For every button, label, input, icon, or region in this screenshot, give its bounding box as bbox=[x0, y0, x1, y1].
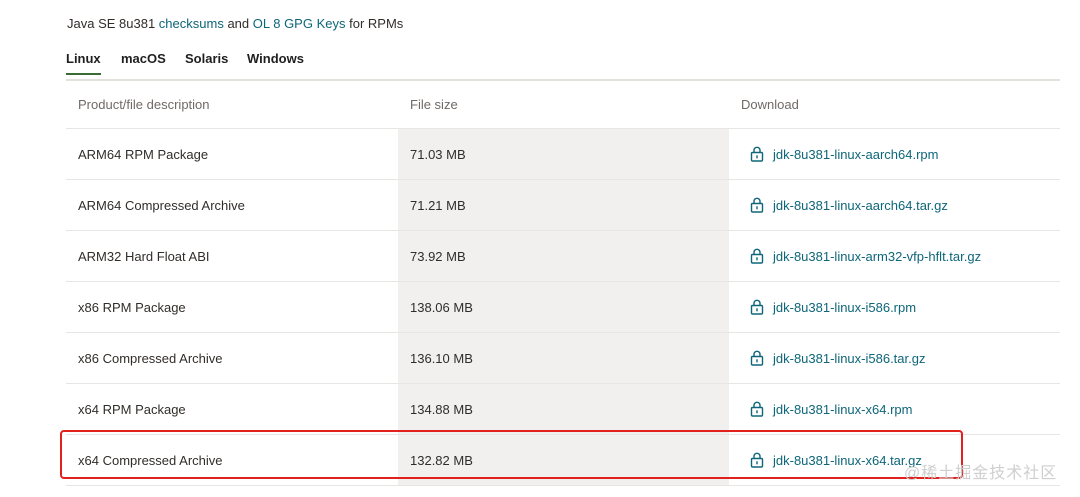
row-download: jdk-8u381-linux-i586.tar.gz bbox=[729, 333, 1060, 383]
table-row: x64 RPM Package 134.88 MB jdk-8u381-linux-… bbox=[66, 384, 1060, 435]
lock-icon bbox=[750, 248, 764, 264]
download-filename: jdk-8u381-linux-i586.tar.gz bbox=[773, 350, 926, 366]
download-link[interactable]: jdk-8u381-linux-aarch64.rpm bbox=[741, 146, 938, 162]
row-download: jdk-8u381-linux-arm32-vfp-hflt.tar.gz bbox=[729, 231, 1060, 281]
table-row: ARM64 Compressed Archive 71.21 MB jdk-8u38… bbox=[66, 180, 1060, 231]
row-download: jdk-8u381-linux-i586.rpm bbox=[729, 282, 1060, 332]
row-file-size: 134.88 MB bbox=[398, 384, 729, 434]
intro-prefix: Java SE 8u381 bbox=[67, 16, 159, 31]
download-link[interactable]: jdk-8u381-linux-x64.tar.gz bbox=[741, 452, 922, 468]
row-description: x86 RPM Package bbox=[78, 299, 186, 315]
tab-windows[interactable]: Windows bbox=[247, 51, 304, 66]
download-filename: jdk-8u381-linux-arm32-vfp-hflt.tar.gz bbox=[773, 248, 982, 264]
download-link[interactable]: jdk-8u381-linux-aarch64.tar.gz bbox=[741, 197, 948, 213]
lock-icon bbox=[750, 299, 764, 315]
download-filename: jdk-8u381-linux-i586.rpm bbox=[773, 299, 917, 315]
download-filename: jdk-8u381-linux-aarch64.tar.gz bbox=[773, 197, 948, 213]
download-link[interactable]: jdk-8u381-linux-i586.tar.gz bbox=[741, 350, 925, 366]
tab-linux[interactable]: Linux bbox=[66, 51, 101, 75]
row-file-size: 71.03 MB bbox=[398, 129, 729, 179]
row-description: ARM64 Compressed Archive bbox=[78, 197, 245, 213]
lock-icon bbox=[750, 401, 764, 417]
header-file-size: File size bbox=[410, 96, 458, 112]
header-description: Product/file description bbox=[78, 96, 210, 112]
lock-icon bbox=[750, 452, 764, 468]
tab-solaris[interactable]: Solaris bbox=[185, 51, 228, 66]
download-filename: jdk-8u381-linux-x64.rpm bbox=[773, 401, 913, 417]
lock-icon bbox=[750, 350, 764, 366]
download-filename: jdk-8u381-linux-aarch64.rpm bbox=[773, 146, 939, 162]
download-link[interactable]: jdk-8u381-linux-x64.rpm bbox=[741, 401, 912, 417]
table-header-row: Product/file description File size Downl… bbox=[66, 80, 1060, 129]
download-link[interactable]: jdk-8u381-linux-i586.rpm bbox=[741, 299, 916, 315]
row-file-size: 71.21 MB bbox=[398, 180, 729, 230]
row-description: x86 Compressed Archive bbox=[78, 350, 223, 366]
intro-text: Java SE 8u381 checksums and OL 8 GPG Key… bbox=[67, 16, 403, 31]
intro-suffix: for RPMs bbox=[345, 16, 404, 31]
lock-icon bbox=[750, 146, 764, 162]
watermark: @稀土掘金技术社区 bbox=[904, 465, 1058, 482]
row-download: jdk-8u381-linux-x64.rpm bbox=[729, 384, 1060, 434]
table-row: ARM64 RPM Package 71.03 MB jdk-8u381-linux… bbox=[66, 129, 1060, 180]
downloads-table: Product/file description File size Downl… bbox=[66, 80, 1060, 486]
checksums-link[interactable]: checksums bbox=[159, 16, 224, 31]
row-description: ARM64 RPM Package bbox=[78, 146, 209, 162]
download-link[interactable]: jdk-8u381-linux-arm32-vfp-hflt.tar.gz bbox=[741, 248, 981, 264]
row-description: x64 RPM Package bbox=[78, 401, 186, 417]
table-row: ARM32 Hard Float ABI 73.92 MB jdk-8u381-li… bbox=[66, 231, 1060, 282]
row-description: x64 Compressed Archive bbox=[78, 452, 223, 468]
table-row: x86 Compressed Archive 136.10 MB jdk-8u381… bbox=[66, 333, 1060, 384]
intro-middle: and bbox=[223, 16, 253, 31]
row-file-size: 132.82 MB bbox=[398, 435, 729, 485]
gpg-keys-link[interactable]: OL 8 GPG Keys bbox=[253, 16, 346, 31]
tab-macos[interactable]: macOS bbox=[121, 51, 166, 66]
row-file-size: 138.06 MB bbox=[398, 282, 729, 332]
row-file-size: 73.92 MB bbox=[398, 231, 729, 281]
row-download: jdk-8u381-linux-aarch64.rpm bbox=[729, 129, 1060, 179]
lock-icon bbox=[750, 197, 764, 213]
table-row: x86 RPM Package 138.06 MB jdk-8u381-linux-… bbox=[66, 282, 1060, 333]
download-filename: jdk-8u381-linux-x64.tar.gz bbox=[773, 452, 922, 468]
row-download: jdk-8u381-linux-aarch64.tar.gz bbox=[729, 180, 1060, 230]
row-file-size: 136.10 MB bbox=[398, 333, 729, 383]
header-download: Download bbox=[741, 96, 799, 112]
os-tabs: Linux macOS Solaris Windows bbox=[66, 50, 1060, 81]
row-description: ARM32 Hard Float ABI bbox=[78, 248, 210, 264]
